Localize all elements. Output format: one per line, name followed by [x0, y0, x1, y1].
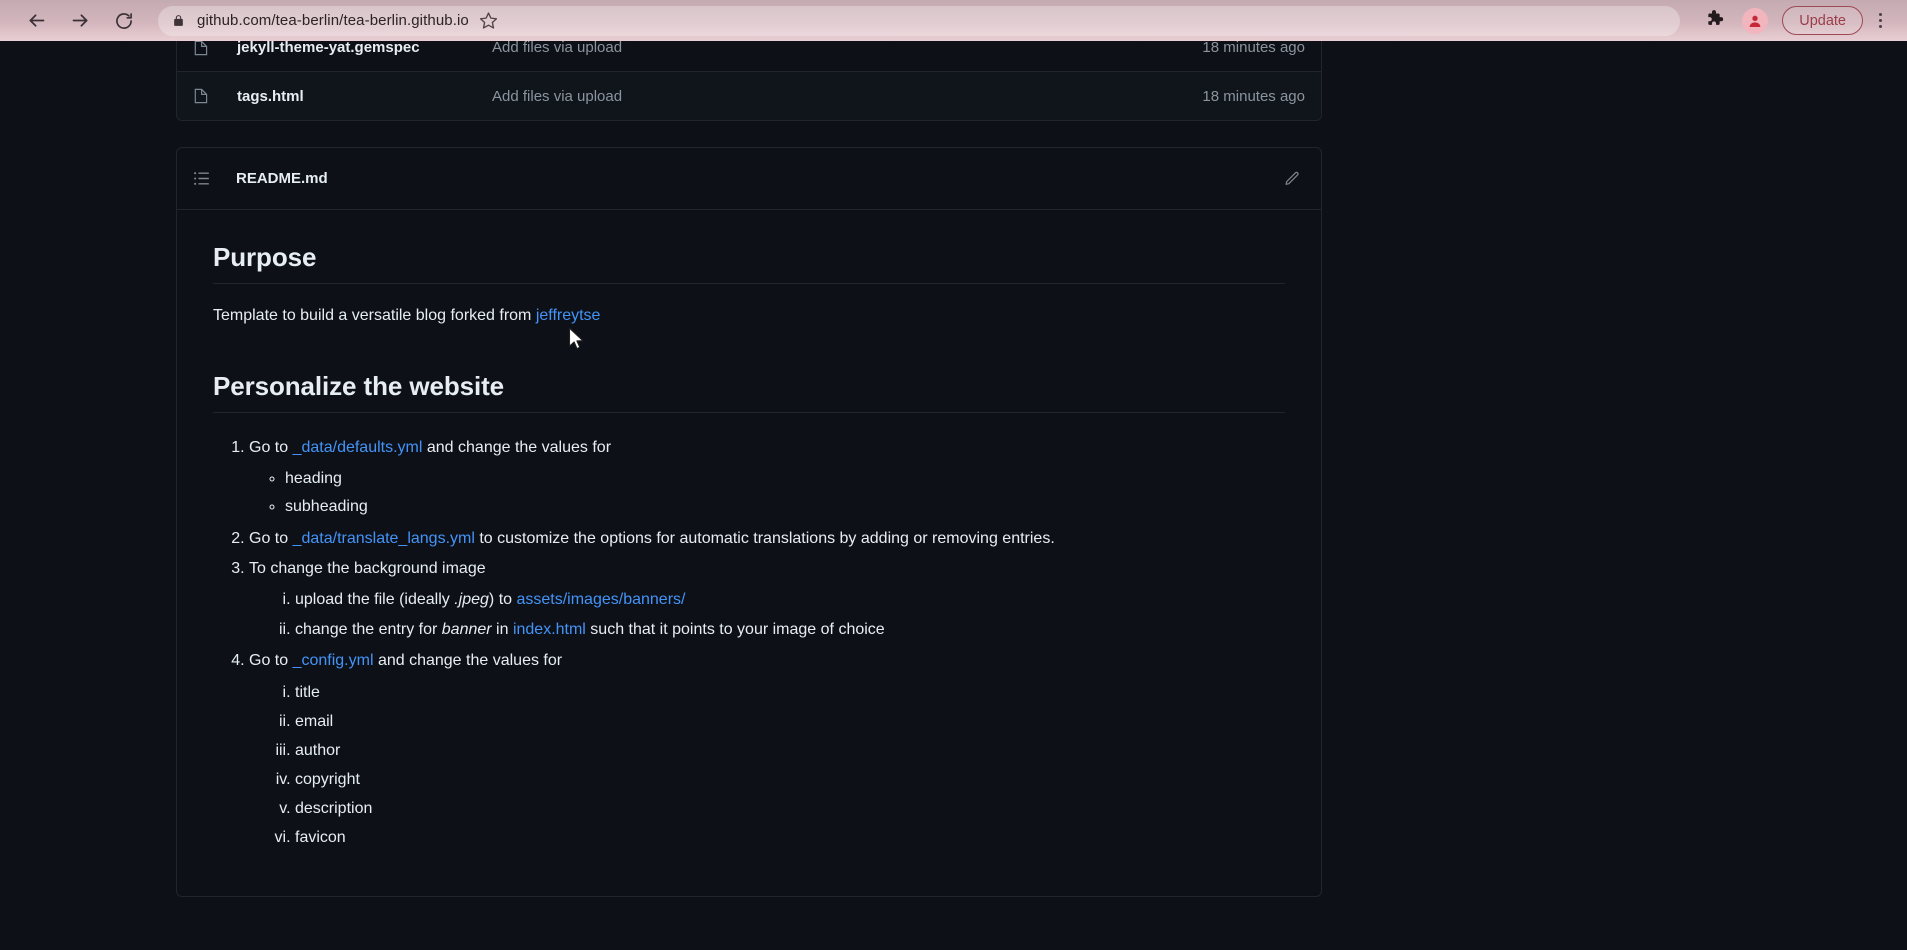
browser-toolbar: github.com/tea-berlin/tea-berlin.github.…: [0, 0, 1907, 41]
commit-message[interactable]: Add files via upload: [492, 41, 1202, 56]
forward-button[interactable]: [58, 3, 102, 39]
file-name-link[interactable]: tags.html: [215, 88, 492, 105]
page-viewport: jekyll-theme-yat.gemspec Add files via u…: [0, 41, 1907, 950]
config-yml-link[interactable]: _config.yml: [293, 652, 374, 669]
table-row[interactable]: tags.html Add files via upload 18 minute…: [177, 72, 1321, 120]
heading-personalize: Personalize the website: [213, 371, 1285, 413]
table-row[interactable]: jekyll-theme-yat.gemspec Add files via u…: [177, 41, 1321, 72]
file-name-link[interactable]: jekyll-theme-yat.gemspec: [215, 41, 492, 56]
kebab-dot: [1878, 19, 1882, 22]
readme-header: README.md: [177, 148, 1321, 210]
step-text-after: and change the values for: [422, 438, 612, 456]
kebab-menu-icon[interactable]: [1867, 4, 1893, 38]
reload-button[interactable]: [102, 3, 146, 39]
step-text-after: and change the values for: [373, 651, 563, 669]
kebab-dot: [1878, 13, 1882, 16]
file-icon: [193, 87, 215, 105]
step-text-before: Go to: [249, 438, 293, 456]
puzzle-piece-icon: [1704, 8, 1724, 33]
sub-text-before: change the entry for: [295, 620, 442, 638]
readme-card: README.md Purpose Template to build a ve…: [176, 147, 1322, 898]
jeffreytse-link[interactable]: jeffreytse: [536, 307, 601, 324]
list-item: heading: [285, 465, 1285, 493]
step-text-after: to customize the options for automatic t…: [474, 529, 1055, 547]
defaults-yml-link[interactable]: _data/defaults.yml: [293, 439, 423, 456]
list-item: favicon: [295, 823, 1285, 852]
list-item: Go to _data/defaults.yml and change the …: [249, 435, 1285, 522]
list-item: title: [295, 678, 1285, 707]
file-icon: [193, 41, 215, 57]
repository-content-column: jekyll-theme-yat.gemspec Add files via u…: [176, 41, 1322, 898]
readme-title: README.md: [236, 170, 328, 187]
file-list: jekyll-theme-yat.gemspec Add files via u…: [176, 41, 1322, 121]
list-item: To change the background image upload th…: [249, 556, 1285, 644]
commit-time: 18 minutes ago: [1202, 41, 1305, 56]
purpose-paragraph: Template to build a versatile blog forke…: [213, 304, 1285, 329]
star-icon[interactable]: [479, 11, 498, 30]
list-item: copyright: [295, 765, 1285, 794]
pencil-icon[interactable]: [1283, 170, 1301, 188]
list-unordered-icon[interactable]: [193, 170, 210, 187]
step-text-before: Go to: [249, 651, 293, 669]
translate-langs-yml-link[interactable]: _data/translate_langs.yml: [293, 530, 475, 547]
reload-icon: [114, 11, 134, 31]
back-button[interactable]: [14, 3, 58, 39]
purpose-text: Template to build a versatile blog forke…: [213, 307, 536, 324]
personalize-steps-list: Go to _data/defaults.yml and change the …: [213, 435, 1285, 852]
step1-sublist: heading subheading: [249, 465, 1285, 522]
step3-sublist: upload the file (ideally .jpeg) to asset…: [249, 585, 1285, 643]
back-arrow-icon: [26, 10, 47, 31]
jpeg-emphasis: .jpeg: [454, 591, 489, 609]
kebab-dot: [1878, 25, 1882, 28]
sub-text-after: such that it points to your image of cho…: [585, 620, 885, 638]
address-bar-url[interactable]: github.com/tea-berlin/tea-berlin.github.…: [197, 12, 469, 29]
profile-avatar-icon[interactable]: [1742, 7, 1769, 34]
index-html-link[interactable]: index.html: [513, 621, 586, 638]
address-bar[interactable]: github.com/tea-berlin/tea-berlin.github.…: [158, 5, 1681, 36]
extensions-button[interactable]: [1696, 4, 1732, 38]
list-item: author: [295, 736, 1285, 765]
sub-text-mid: in: [491, 620, 513, 638]
sub-text-mid: ) to: [488, 591, 517, 609]
step4-sublist: title email author copyright description…: [249, 678, 1285, 853]
forward-arrow-icon: [70, 10, 91, 31]
commit-message[interactable]: Add files via upload: [492, 88, 1202, 105]
list-item: Go to _data/translate_langs.yml to custo…: [249, 526, 1285, 552]
sub-text-before: upload the file (ideally: [295, 591, 455, 609]
heading-purpose: Purpose: [213, 242, 1285, 284]
step-text-before: Go to: [249, 529, 293, 547]
commit-time: 18 minutes ago: [1202, 87, 1305, 105]
update-button[interactable]: Update: [1782, 6, 1863, 35]
step-text-before: To change the background image: [249, 559, 486, 577]
list-item: Go to _config.yml and change the values …: [249, 648, 1285, 853]
list-item: description: [295, 794, 1285, 823]
banners-path-link[interactable]: assets/images/banners/: [516, 591, 685, 608]
banner-emphasis: banner: [441, 620, 492, 638]
list-item: upload the file (ideally .jpeg) to asset…: [295, 585, 1285, 614]
list-item: subheading: [285, 493, 1285, 521]
list-item: change the entry for banner in index.htm…: [295, 615, 1285, 644]
lock-icon: [172, 13, 185, 28]
readme-body: Purpose Template to build a versatile bl…: [177, 210, 1321, 896]
list-item: email: [295, 707, 1285, 736]
